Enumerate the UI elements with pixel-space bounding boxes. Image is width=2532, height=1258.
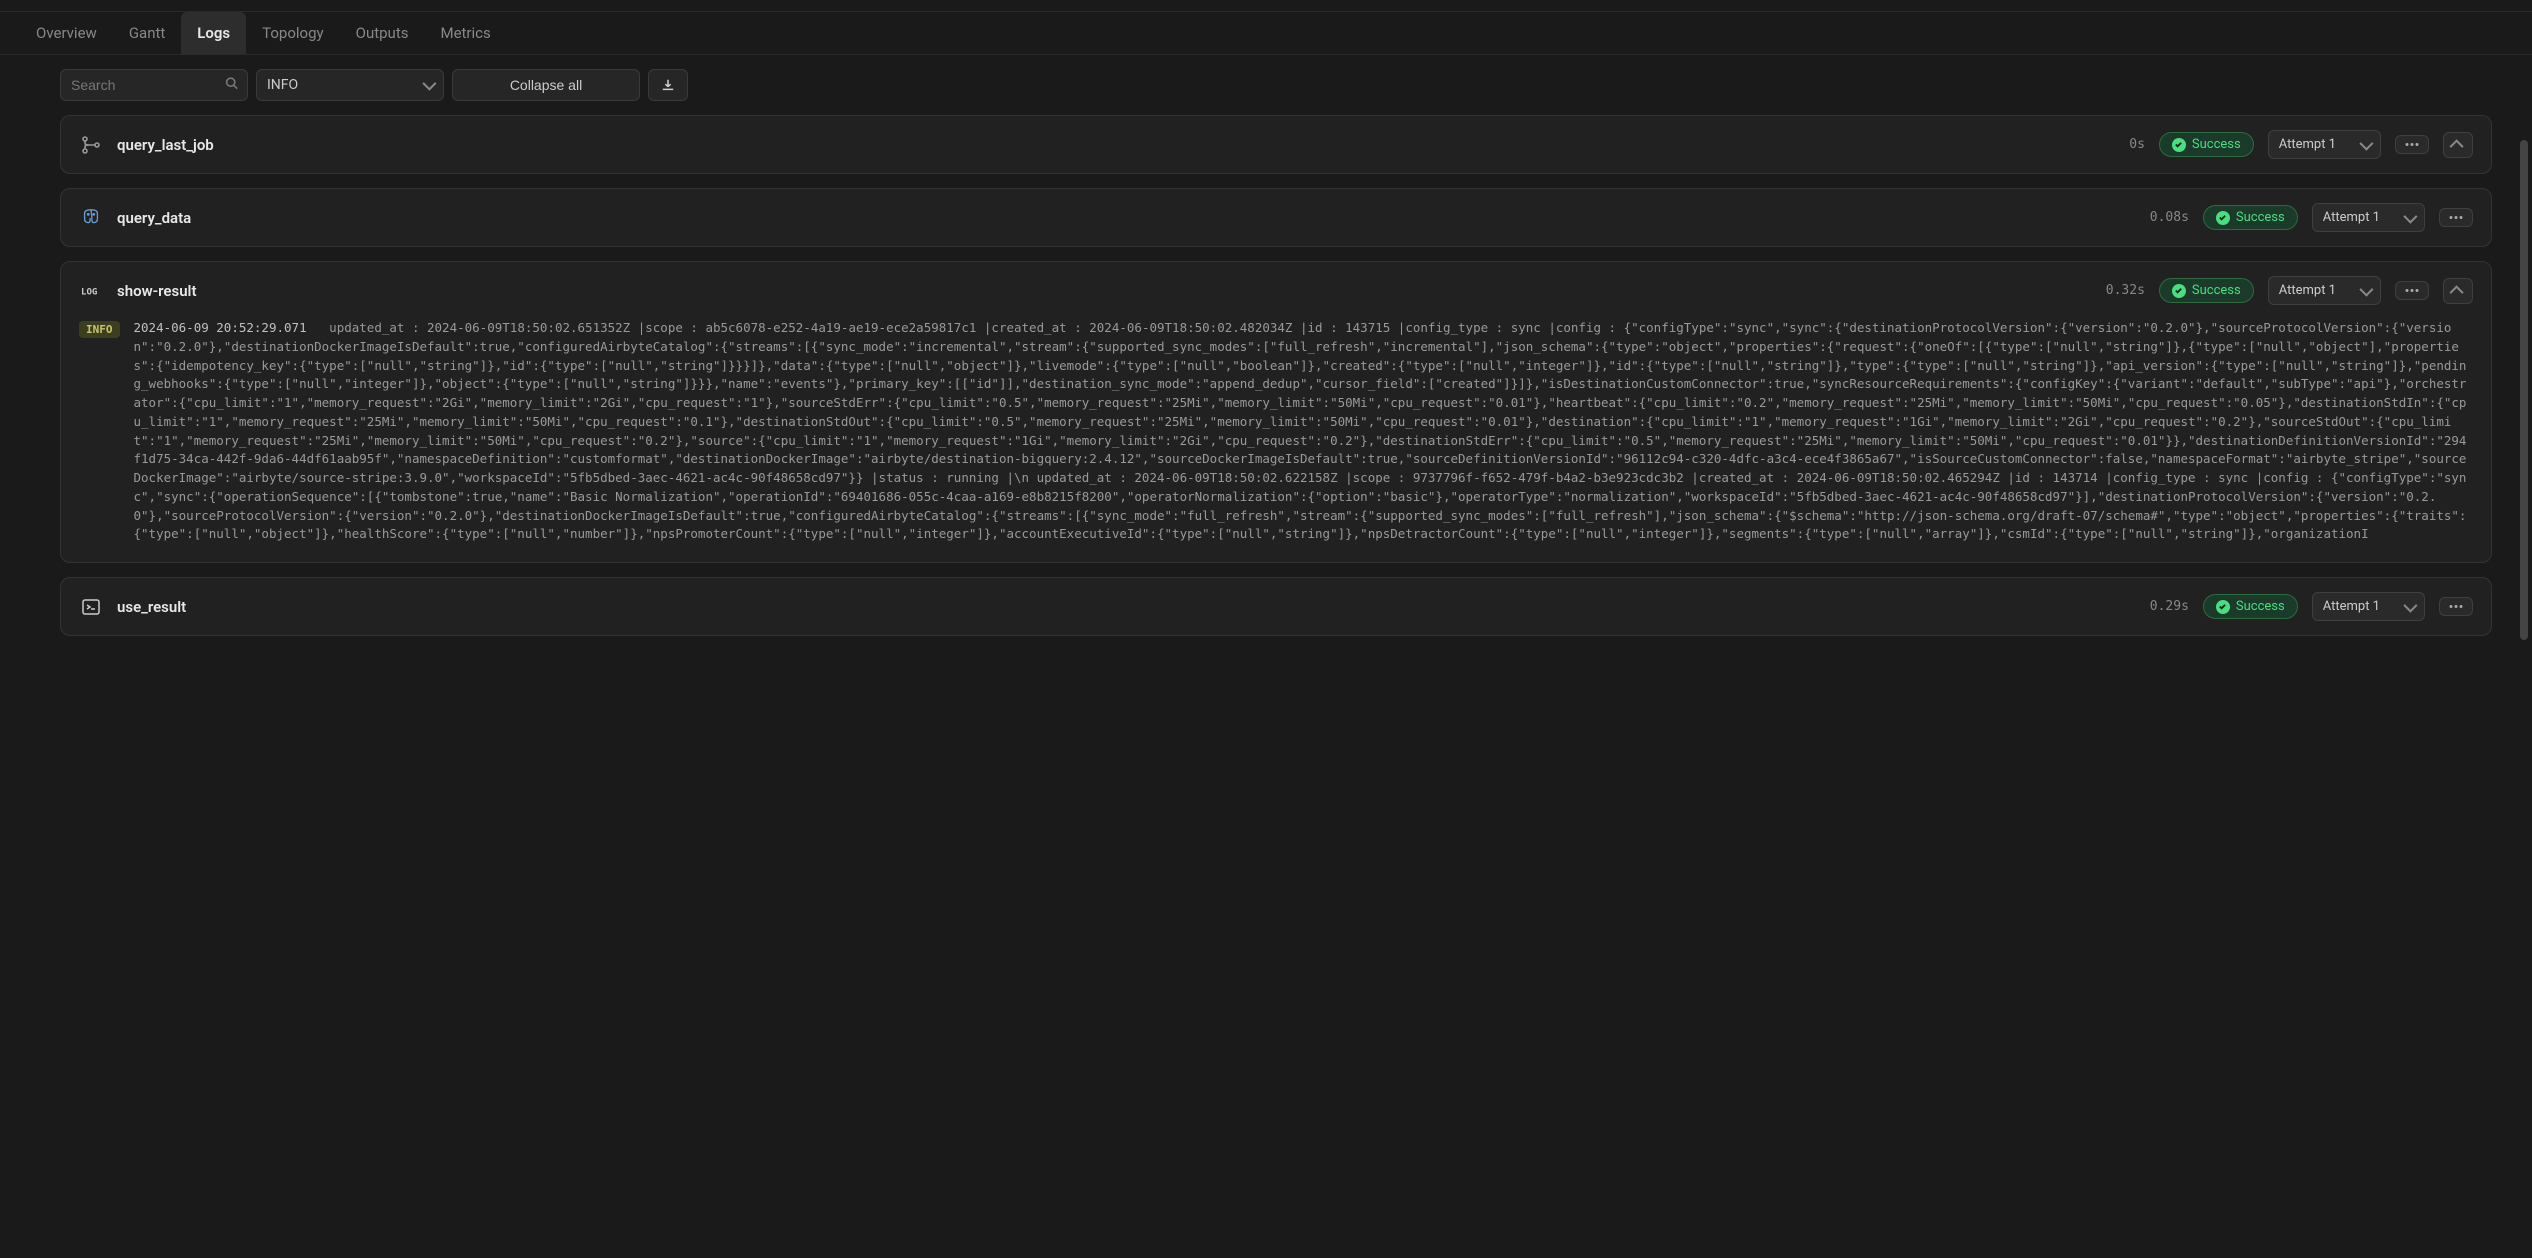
- scrollbar[interactable]: [2520, 140, 2528, 640]
- search-icon: [225, 77, 238, 94]
- status-badge: Success: [2159, 132, 2254, 157]
- status-text: Success: [2192, 137, 2241, 152]
- more-button[interactable]: [2439, 597, 2473, 616]
- tab-outputs[interactable]: Outputs: [340, 12, 425, 54]
- log-level-badge: INFO: [79, 321, 120, 338]
- log-duration: 0.29s: [2150, 599, 2189, 614]
- collapse-button[interactable]: [2443, 132, 2473, 158]
- log-entry-query-last-job: query_last_job 0s Success Attempt 1: [60, 115, 2492, 174]
- log-duration: 0.08s: [2150, 210, 2189, 225]
- chevron-down-icon: [422, 77, 436, 91]
- toolbar: INFO Collapse all: [0, 55, 2532, 115]
- log-message: updated_at : 2024-06-09T18:50:02.651352Z…: [134, 320, 2467, 541]
- postgres-icon: [79, 206, 103, 230]
- terminal-icon: [79, 595, 103, 619]
- log-header[interactable]: use_result 0.29s Success Attempt 1: [61, 578, 2491, 635]
- status-text: Success: [2236, 210, 2285, 225]
- log-timestamp: 2024-06-09 20:52:29.071: [134, 320, 307, 335]
- attempt-select[interactable]: Attempt 1: [2268, 276, 2381, 305]
- more-button[interactable]: [2395, 135, 2429, 154]
- attempt-label: Attempt 1: [2279, 283, 2336, 298]
- svg-text:LOG: LOG: [81, 287, 98, 297]
- log-entry-query-data: query_data 0.08s Success Attempt 1: [60, 188, 2492, 247]
- chevron-up-icon: [2450, 285, 2464, 299]
- attempt-select[interactable]: Attempt 1: [2312, 203, 2425, 232]
- top-divider: [0, 0, 2532, 12]
- log-entry-use-result: use_result 0.29s Success Attempt 1: [60, 577, 2492, 636]
- more-horizontal-icon: [2405, 143, 2419, 146]
- search-box: [60, 69, 248, 101]
- more-horizontal-icon: [2405, 289, 2419, 292]
- chevron-down-icon: [2403, 209, 2417, 223]
- attempt-label: Attempt 1: [2323, 210, 2380, 225]
- log-header[interactable]: LOG show-result 0.32s Success Attempt 1: [61, 262, 2491, 319]
- more-horizontal-icon: [2449, 605, 2463, 608]
- success-icon: [2172, 138, 2186, 152]
- log-container: query_last_job 0s Success Attempt 1: [0, 115, 2512, 636]
- log-content: 2024-06-09 20:52:29.071 updated_at : 202…: [134, 319, 2474, 544]
- download-icon: [661, 78, 675, 92]
- success-icon: [2216, 600, 2230, 614]
- log-icon: LOG: [79, 279, 103, 303]
- chevron-down-icon: [2359, 282, 2373, 296]
- log-title: query_last_job: [117, 136, 2115, 154]
- chevron-down-icon: [2359, 136, 2373, 150]
- attempt-label: Attempt 1: [2279, 137, 2336, 152]
- tab-overview[interactable]: Overview: [20, 12, 113, 54]
- tab-logs[interactable]: Logs: [181, 12, 246, 54]
- download-button[interactable]: [648, 69, 688, 101]
- log-body: INFO 2024-06-09 20:52:29.071 updated_at …: [61, 319, 2491, 562]
- status-badge: Success: [2203, 205, 2298, 230]
- success-icon: [2216, 211, 2230, 225]
- status-badge: Success: [2203, 594, 2298, 619]
- log-duration: 0.32s: [2106, 283, 2145, 298]
- status-text: Success: [2236, 599, 2285, 614]
- log-header[interactable]: query_data 0.08s Success Attempt 1: [61, 189, 2491, 246]
- merge-icon: [79, 133, 103, 157]
- more-button[interactable]: [2395, 281, 2429, 300]
- status-text: Success: [2192, 283, 2241, 298]
- tab-metrics[interactable]: Metrics: [424, 12, 506, 54]
- success-icon: [2172, 284, 2186, 298]
- tab-bar: Overview Gantt Logs Topology Outputs Met…: [0, 12, 2532, 55]
- log-header[interactable]: query_last_job 0s Success Attempt 1: [61, 116, 2491, 173]
- log-title: use_result: [117, 598, 2136, 616]
- log-level-select[interactable]: INFO: [256, 69, 444, 101]
- log-title: query_data: [117, 209, 2136, 227]
- log-duration: 0s: [2129, 137, 2145, 152]
- attempt-label: Attempt 1: [2323, 599, 2380, 614]
- chevron-up-icon: [2450, 139, 2464, 153]
- collapse-button[interactable]: [2443, 278, 2473, 304]
- log-level-value: INFO: [267, 77, 298, 93]
- attempt-select[interactable]: Attempt 1: [2312, 592, 2425, 621]
- more-horizontal-icon: [2449, 216, 2463, 219]
- log-entry-show-result: LOG show-result 0.32s Success Attempt 1: [60, 261, 2492, 563]
- tab-gantt[interactable]: Gantt: [113, 12, 181, 54]
- more-button[interactable]: [2439, 208, 2473, 227]
- chevron-down-icon: [2403, 598, 2417, 612]
- status-badge: Success: [2159, 278, 2254, 303]
- log-title: show-result: [117, 282, 2092, 300]
- search-input[interactable]: [60, 69, 248, 101]
- tab-topology[interactable]: Topology: [246, 12, 339, 54]
- collapse-all-button[interactable]: Collapse all: [452, 69, 640, 101]
- attempt-select[interactable]: Attempt 1: [2268, 130, 2381, 159]
